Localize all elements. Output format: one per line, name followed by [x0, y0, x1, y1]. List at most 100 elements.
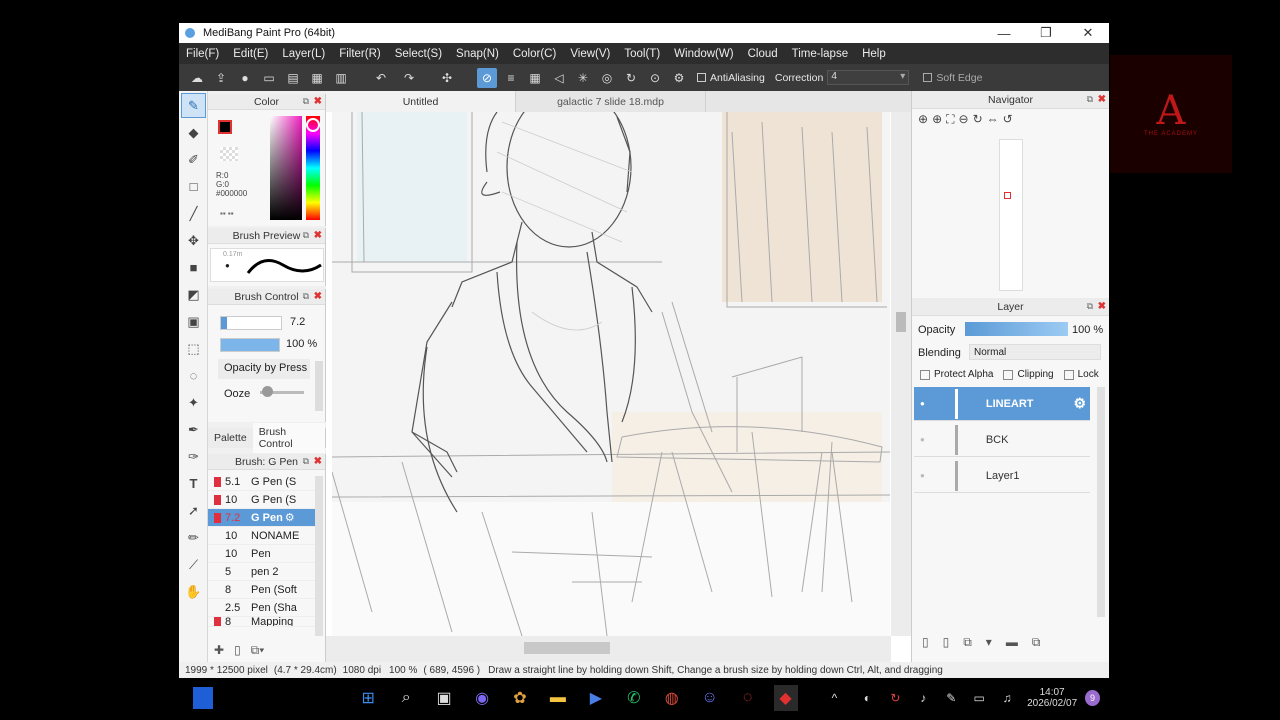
primary-color-swatch[interactable]	[218, 120, 232, 134]
panel-close-icon[interactable]: ✖	[1098, 94, 1106, 105]
teams-icon[interactable]: ◉	[470, 685, 494, 711]
tray-app-icon[interactable]: ◐	[855, 685, 879, 711]
visibility-icon[interactable]: ●	[920, 471, 925, 480]
canvas-vscroll[interactable]	[891, 112, 911, 636]
operation-tool-icon[interactable]: ➚	[181, 498, 206, 523]
view-rect[interactable]	[1004, 192, 1011, 199]
detach-icon[interactable]: ⧉	[303, 230, 309, 241]
detach-icon[interactable]: ⧉	[1087, 301, 1093, 312]
detach-icon[interactable]: ⧉	[303, 291, 309, 302]
fill-rect-tool-icon[interactable]: ■	[181, 255, 206, 280]
paint-app-icon[interactable]: ✿	[508, 685, 532, 711]
media-player-icon[interactable]: ▶	[584, 685, 608, 711]
detach-icon[interactable]: ⧉	[1087, 94, 1093, 105]
grid-icon[interactable]: ▥	[331, 68, 351, 88]
taskview-icon[interactable]: ▣	[432, 685, 456, 711]
panel-close-icon[interactable]: ✖	[1098, 301, 1106, 312]
share-icon[interactable]: ⇪	[211, 68, 231, 88]
detach-icon[interactable]: ⧉	[303, 96, 309, 107]
antialiasing-checkbox[interactable]	[697, 73, 706, 82]
folder-icon[interactable]: ▬	[1006, 635, 1018, 650]
menu-help[interactable]: Help	[862, 48, 886, 60]
visibility-icon[interactable]: ●	[920, 399, 925, 408]
line-tool-icon[interactable]: ╱	[181, 201, 206, 226]
layer-opacity-value[interactable]: 100 %	[1072, 324, 1103, 336]
menu-view[interactable]: View(V)	[570, 48, 610, 60]
radial-snap-icon[interactable]: ◁	[549, 68, 569, 88]
hscroll-thumb[interactable]	[524, 642, 610, 654]
layer-scrollbar[interactable]	[1097, 387, 1105, 617]
undo-icon[interactable]: ↶	[371, 68, 391, 88]
zoom-in-alt-icon[interactable]: ⊕	[932, 112, 942, 127]
brush-item[interactable]: 10 Pen	[208, 545, 316, 563]
shape-tool-icon[interactable]: □	[181, 174, 206, 199]
tab-palette[interactable]: Palette	[208, 432, 253, 444]
transparent-swatch[interactable]	[220, 147, 238, 161]
tab-untitled[interactable]: Untitled	[326, 91, 516, 112]
reset-view-icon[interactable]: ↺	[1003, 112, 1013, 127]
clipping-checkbox[interactable]	[1003, 369, 1014, 380]
brush-item[interactable]: 5 pen 2	[208, 563, 316, 581]
brush-size-value[interactable]: 7.2	[290, 316, 305, 328]
minimize-button[interactable]: —	[983, 23, 1025, 43]
vscroll-thumb[interactable]	[896, 312, 906, 332]
brush-item[interactable]: 2.5 Pen (Sha	[208, 599, 316, 617]
brush-item-selected[interactable]: 7.2 G Pen ⚙	[208, 509, 316, 527]
select-pen-icon[interactable]: ✒	[181, 417, 206, 442]
file-explorer-icon[interactable]: ▬	[546, 685, 570, 711]
tray-sync-icon[interactable]: ↻	[883, 685, 907, 711]
fit-icon[interactable]: ⛶	[946, 112, 954, 127]
zoom-in-icon[interactable]: ⊕	[918, 112, 928, 127]
comment-icon[interactable]: ●	[235, 68, 255, 88]
menu-cloud[interactable]: Cloud	[748, 48, 778, 60]
windows-icon[interactable]: ⊞	[356, 685, 380, 711]
close-button[interactable]: ✕	[1067, 23, 1109, 43]
navigator-thumbnail[interactable]	[999, 139, 1023, 291]
menu-layer[interactable]: Layer(L)	[282, 48, 325, 60]
detach-icon[interactable]: ⧉	[303, 456, 309, 467]
layer-row-lineart[interactable]: ● LINEART ⚙	[914, 387, 1090, 421]
hand-tool-icon[interactable]: ✋	[181, 579, 206, 604]
chat-icon[interactable]: ▭	[259, 68, 279, 88]
pen-icon[interactable]: ✎	[939, 685, 963, 711]
brush-size-slider[interactable]	[220, 316, 282, 330]
layer-settings-icon[interactable]: ⚙	[1073, 395, 1086, 412]
menu-filter[interactable]: Filter(R)	[339, 48, 381, 60]
tab-brush-control[interactable]: Brush Control	[252, 423, 325, 453]
brush-control-scrollbar[interactable]	[315, 361, 323, 411]
layer-row-layer1[interactable]: ● Layer1	[914, 459, 1090, 493]
menu-select[interactable]: Select(S)	[395, 48, 442, 60]
brush-tool-icon[interactable]: ✎	[181, 93, 206, 118]
menu-timelapse[interactable]: Time-lapse	[792, 48, 848, 60]
drawing-canvas[interactable]	[332, 112, 890, 636]
layer-row-bck[interactable]: ● BCK	[914, 423, 1090, 457]
brush-item[interactable]: 8 Mapping	[208, 617, 316, 627]
app-badge-icon[interactable]: ◌	[736, 685, 760, 711]
redo-icon[interactable]: ↷	[399, 68, 419, 88]
curve-snap-icon[interactable]: ↻	[621, 68, 641, 88]
medibang-icon[interactable]: ◆	[773, 685, 798, 711]
search-icon[interactable]: ⌕	[394, 685, 418, 711]
display-icon[interactable]: ▭	[967, 685, 991, 711]
radial-line-icon[interactable]: ✳	[573, 68, 593, 88]
layer-merge-icon[interactable]: ⧉	[1032, 635, 1041, 650]
bucket-tool-icon[interactable]: ◩	[181, 282, 206, 307]
brush-settings-icon[interactable]: ⚙	[285, 511, 295, 524]
eraser-tool-icon[interactable]: ◆	[181, 120, 206, 145]
whatsapp-icon[interactable]: ✆	[622, 685, 646, 711]
menu-tool[interactable]: Tool(T)	[624, 48, 660, 60]
add-brush-icon[interactable]: ✚	[214, 643, 224, 658]
layer-menu-icon[interactable]: ▾	[986, 635, 992, 650]
soft-edge-checkbox[interactable]	[923, 73, 933, 82]
ooze-handle[interactable]	[262, 386, 273, 397]
new-layer-alt-icon[interactable]: ▯	[943, 635, 950, 650]
brush-item[interactable]: 10 NONAME	[208, 527, 316, 545]
tab-galactic[interactable]: galactic 7 slide 18.mdp	[516, 91, 706, 112]
tray-chevron-icon[interactable]: ^	[823, 685, 847, 711]
mic-icon[interactable]: ♪	[911, 685, 935, 711]
blending-select[interactable]: Normal	[969, 344, 1101, 360]
duplicate-layer-icon[interactable]: ⧉	[963, 635, 972, 650]
cloud-icon[interactable]: ☁	[187, 68, 207, 88]
layer-opacity-slider[interactable]	[965, 322, 1068, 336]
parallel-snap-icon[interactable]: ≡	[501, 68, 521, 88]
